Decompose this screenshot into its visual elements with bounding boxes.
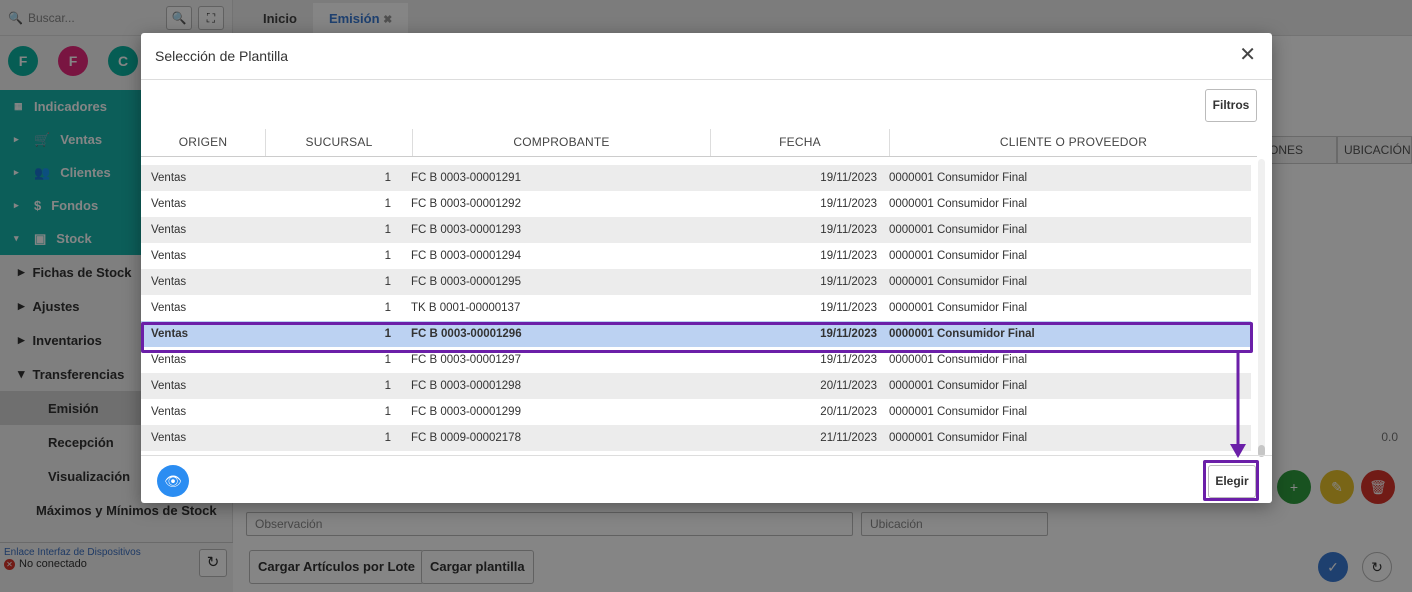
cell-origen: Ventas: [151, 380, 187, 392]
cell-sucursal: 1: [384, 198, 391, 210]
cell-fecha: 19/11/2023: [820, 198, 877, 210]
cell-sucursal: 1: [384, 276, 391, 288]
cell-cliente: 0000001 Consumidor Final: [889, 432, 1028, 444]
cell-cliente: 0000001 Consumidor Final: [889, 354, 1028, 366]
cell-cliente: 0000001 Consumidor Final: [889, 276, 1028, 288]
cell-cliente: 0000001 Consumidor Final: [889, 172, 1028, 184]
cell-origen: Ventas: [151, 406, 187, 418]
close-icon[interactable]: ✕: [1239, 45, 1256, 65]
cell-fecha: 20/11/2023: [820, 380, 877, 392]
template-table: Ventas 1 FC B 0003-00001291 19/11/2023 00000…: [141, 157, 1251, 451]
table-row[interactable]: Ventas 1 FC B 0003-00001293 19/11/2023 00000…: [141, 217, 1251, 243]
selected-row-highlight: [141, 322, 1253, 353]
cell-fecha: 21/11/2023: [820, 432, 877, 444]
cell-cliente: 0000001 Consumidor Final: [889, 380, 1028, 392]
filter-button[interactable]: Filtros: [1205, 89, 1257, 122]
table-row[interactable]: Ventas 1 FC B 0003-00001294 19/11/2023 00000…: [141, 243, 1251, 269]
table-row[interactable]: Ventas 1 TK B 0001-00000137 19/11/2023 00000…: [141, 295, 1251, 321]
cell-origen: Ventas: [151, 250, 187, 262]
cell-comprobante: FC B 0003-00001297: [411, 354, 521, 366]
cell-sucursal: 1: [384, 302, 391, 314]
column-header-sucursal[interactable]: SUCURSAL: [266, 129, 413, 156]
cell-sucursal: 1: [384, 172, 391, 184]
cell-sucursal: 1: [384, 432, 391, 444]
cell-comprobante: FC B 0003-00001293: [411, 224, 521, 236]
cell-comprobante: FC B 0003-00001291: [411, 172, 521, 184]
cell-origen: Ventas: [151, 432, 187, 444]
column-header-cliente[interactable]: CLIENTE O PROVEEDOR: [890, 129, 1257, 156]
cell-cliente: 0000001 Consumidor Final: [889, 406, 1028, 418]
column-header-origen[interactable]: ORIGEN: [141, 129, 266, 156]
cell-comprobante: TK B 0001-00000137: [411, 302, 521, 314]
cell-cliente: 0000001 Consumidor Final: [889, 302, 1028, 314]
cell-sucursal: 1: [384, 406, 391, 418]
dialog-footer: 👁 Elegir: [141, 455, 1272, 503]
dialog-title: Selección de Plantilla: [141, 33, 1272, 80]
cell-comprobante: FC B 0003-00001294: [411, 250, 521, 262]
cell-fecha: 19/11/2023: [820, 354, 877, 366]
table-row[interactable]: Ventas 1 FC B 0003-00001295 19/11/2023 00000…: [141, 269, 1251, 295]
cell-origen: Ventas: [151, 354, 187, 366]
cell-cliente: 0000001 Consumidor Final: [889, 250, 1028, 262]
table-row[interactable]: Ventas 1 FC B 0009-00002178 21/11/2023 00000…: [141, 425, 1251, 451]
cell-origen: Ventas: [151, 224, 187, 236]
cell-sucursal: 1: [384, 250, 391, 262]
column-header-fecha[interactable]: FECHA: [711, 129, 890, 156]
cell-fecha: 19/11/2023: [820, 224, 877, 236]
cell-comprobante: FC B 0003-00001298: [411, 380, 521, 392]
cell-fecha: 19/11/2023: [820, 276, 877, 288]
table-row-partial[interactable]: [141, 157, 1251, 165]
cell-sucursal: 1: [384, 354, 391, 366]
cell-sucursal: 1: [384, 224, 391, 236]
view-icon[interactable]: 👁: [157, 465, 189, 497]
column-header-comprobante[interactable]: COMPROBANTE: [413, 129, 711, 156]
cell-fecha: 19/11/2023: [820, 172, 877, 184]
table-row[interactable]: Ventas 1 FC B 0003-00001298 20/11/2023 00000…: [141, 373, 1251, 399]
table-row[interactable]: Ventas 1 FC B 0003-00001299 20/11/2023 00000…: [141, 399, 1251, 425]
cell-cliente: 0000001 Consumidor Final: [889, 198, 1028, 210]
cell-origen: Ventas: [151, 276, 187, 288]
cell-sucursal: 1: [384, 380, 391, 392]
cell-fecha: 19/11/2023: [820, 250, 877, 262]
table-row[interactable]: Ventas 1 FC B 0003-00001292 19/11/2023 00000…: [141, 191, 1251, 217]
table-header: ORIGEN SUCURSAL COMPROBANTE FECHA CLIENT…: [141, 129, 1257, 157]
cell-fecha: 20/11/2023: [820, 406, 877, 418]
table-row[interactable]: Ventas 1 FC B 0003-00001291 19/11/2023 00000…: [141, 165, 1251, 191]
template-selection-dialog: Selección de Plantilla ✕ Filtros ORIGEN …: [141, 33, 1272, 503]
cell-comprobante: FC B 0003-00001299: [411, 406, 521, 418]
cell-origen: Ventas: [151, 198, 187, 210]
table-scrollbar[interactable]: [1258, 159, 1265, 457]
cell-comprobante: FC B 0003-00001292: [411, 198, 521, 210]
cell-comprobante: FC B 0003-00001295: [411, 276, 521, 288]
cell-fecha: 19/11/2023: [820, 302, 877, 314]
cell-comprobante: FC B 0009-00002178: [411, 432, 521, 444]
cell-origen: Ventas: [151, 302, 187, 314]
choose-button-highlight: [1203, 460, 1259, 501]
cell-origen: Ventas: [151, 172, 187, 184]
cell-cliente: 0000001 Consumidor Final: [889, 224, 1028, 236]
